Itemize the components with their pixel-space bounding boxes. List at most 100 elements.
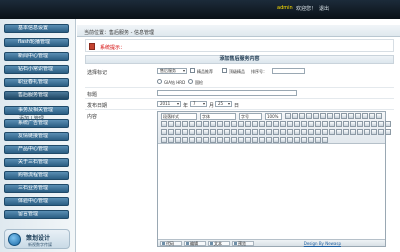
rich-text-editor[interactable]: 段落样式 字体 字号 100% 代码 编辑 文本 预览 Design By Ne… bbox=[157, 111, 391, 247]
toolbar-button-icon[interactable] bbox=[280, 137, 286, 143]
toolbar-button-icon[interactable] bbox=[238, 129, 244, 135]
toolbar-button-icon[interactable] bbox=[245, 129, 251, 135]
toolbar-button-icon[interactable] bbox=[280, 121, 286, 127]
toolbar-button-icon[interactable] bbox=[273, 137, 279, 143]
toolbar-button-icon[interactable] bbox=[371, 129, 377, 135]
nav-about[interactable]: 关于三石管理 bbox=[4, 158, 69, 167]
toolbar-button-icon[interactable] bbox=[308, 121, 314, 127]
title-input[interactable] bbox=[157, 90, 297, 96]
toolbar-button-icon[interactable] bbox=[175, 129, 181, 135]
toolbar-button-icon[interactable] bbox=[357, 129, 363, 135]
toolbar-button-icon[interactable] bbox=[378, 121, 384, 127]
nav-career[interactable]: 职业春礼管理 bbox=[4, 78, 69, 87]
toolbar-button-icon[interactable] bbox=[224, 129, 230, 135]
toolbar-button-icon[interactable] bbox=[210, 137, 216, 143]
nav-news[interactable]: 新闻中心管理 bbox=[4, 52, 69, 61]
toolbar-button-icon[interactable] bbox=[175, 121, 181, 127]
toolbar-button-icon[interactable] bbox=[322, 121, 328, 127]
toolbar-button-icon[interactable] bbox=[322, 137, 328, 143]
nav-links[interactable]: 友情链接管理 bbox=[4, 132, 69, 141]
toolbar-button-icon[interactable] bbox=[308, 129, 314, 135]
font-size-select[interactable]: 字号 bbox=[239, 113, 262, 120]
nav-business[interactable]: 三石业务管理 bbox=[4, 184, 69, 193]
toolbar-button-icon[interactable] bbox=[266, 137, 272, 143]
toolbar-button-icon[interactable] bbox=[341, 113, 347, 119]
toolbar-button-icon[interactable] bbox=[259, 137, 265, 143]
toolbar-button-icon[interactable] bbox=[301, 121, 307, 127]
recommend-checkbox[interactable] bbox=[190, 68, 195, 73]
toolbar-button-icon[interactable] bbox=[168, 137, 174, 143]
toolbar-button-icon[interactable] bbox=[161, 129, 167, 135]
toolbar-button-icon[interactable] bbox=[210, 121, 216, 127]
nav-shopping-flow[interactable]: 购物流程管理 bbox=[4, 171, 69, 180]
toolbar-button-icon[interactable] bbox=[189, 121, 195, 127]
toolbar-button-icon[interactable] bbox=[266, 121, 272, 127]
nav-diamond-tips[interactable]: 钻石小常识管理 bbox=[4, 65, 69, 74]
toolbar-button-icon[interactable] bbox=[287, 129, 293, 135]
month-select[interactable]: 7 ▾ bbox=[190, 101, 207, 107]
toolbar-button-icon[interactable] bbox=[196, 129, 202, 135]
day-select[interactable]: 25 ▾ bbox=[215, 101, 232, 107]
toolbar-button-icon[interactable] bbox=[238, 121, 244, 127]
toolbar-button-icon[interactable] bbox=[231, 121, 237, 127]
sort-input[interactable] bbox=[272, 68, 305, 74]
toolbar-button-icon[interactable] bbox=[343, 121, 349, 127]
toolbar-button-icon[interactable] bbox=[266, 129, 272, 135]
nav-after-sales[interactable]: 售后服务管理 bbox=[4, 91, 69, 100]
toolbar-button-icon[interactable] bbox=[287, 137, 293, 143]
toolbar-button-icon[interactable] bbox=[259, 129, 265, 135]
toolbar-button-icon[interactable] bbox=[343, 129, 349, 135]
toolbar-button-icon[interactable] bbox=[294, 129, 300, 135]
paragraph-style-select[interactable]: 段落样式 bbox=[161, 113, 197, 120]
toolbar-button-icon[interactable] bbox=[315, 137, 321, 143]
toolbar-button-icon[interactable] bbox=[320, 113, 326, 119]
toolbar-button-icon[interactable] bbox=[217, 129, 223, 135]
logout-link[interactable]: 退出 bbox=[319, 5, 329, 12]
nav-affairs[interactable]: 事务及相关管理 bbox=[4, 106, 69, 115]
toolbar-button-icon[interactable] bbox=[217, 121, 223, 127]
toolbar-button-icon[interactable] bbox=[357, 121, 363, 127]
toolbar-button-icon[interactable] bbox=[294, 137, 300, 143]
toolbar-button-icon[interactable] bbox=[371, 121, 377, 127]
toolbar-button-icon[interactable] bbox=[350, 121, 356, 127]
toolbar-button-icon[interactable] bbox=[273, 129, 279, 135]
toolbar-button-icon[interactable] bbox=[252, 137, 258, 143]
toolbar-button-icon[interactable] bbox=[378, 129, 384, 135]
toolbar-button-icon[interactable] bbox=[385, 129, 391, 135]
toolbar-button-icon[interactable] bbox=[299, 113, 305, 119]
nav-messages[interactable]: 留言管理 bbox=[4, 210, 69, 219]
toolbar-button-icon[interactable] bbox=[306, 113, 312, 119]
nav-basic-info[interactable]: 基本信息设置 bbox=[4, 24, 69, 33]
toolbar-button-icon[interactable] bbox=[168, 129, 174, 135]
toolbar-button-icon[interactable] bbox=[189, 129, 195, 135]
toolbar-button-icon[interactable] bbox=[231, 137, 237, 143]
toolbar-button-icon[interactable] bbox=[329, 129, 335, 135]
toolbar-button-icon[interactable] bbox=[336, 121, 342, 127]
toolbar-button-icon[interactable] bbox=[203, 129, 209, 135]
toolbar-button-icon[interactable] bbox=[189, 137, 195, 143]
igi-radio[interactable] bbox=[188, 79, 193, 84]
toolbar-button-icon[interactable] bbox=[313, 113, 319, 119]
toolbar-button-icon[interactable] bbox=[301, 129, 307, 135]
mode-text-tab[interactable]: 文本 bbox=[208, 241, 230, 246]
toolbar-button-icon[interactable] bbox=[355, 113, 361, 119]
toolbar-button-icon[interactable] bbox=[376, 113, 382, 119]
toolbar-button-icon[interactable] bbox=[245, 137, 251, 143]
toolbar-button-icon[interactable] bbox=[182, 129, 188, 135]
toolbar-button-icon[interactable] bbox=[364, 121, 370, 127]
nav-products[interactable]: 产品中心管理 bbox=[4, 145, 69, 154]
toolbar-button-icon[interactable] bbox=[196, 121, 202, 127]
nav-experience[interactable]: 体验中心管理 bbox=[4, 197, 69, 206]
editor-credit-link[interactable]: Design By Newasp bbox=[304, 241, 341, 246]
top-quality-checkbox[interactable] bbox=[222, 68, 227, 73]
toolbar-button-icon[interactable] bbox=[285, 113, 291, 119]
toolbar-button-icon[interactable] bbox=[175, 137, 181, 143]
toolbar-button-icon[interactable] bbox=[348, 113, 354, 119]
toolbar-button-icon[interactable] bbox=[362, 113, 368, 119]
toolbar-button-icon[interactable] bbox=[161, 137, 167, 143]
toolbar-button-icon[interactable] bbox=[280, 129, 286, 135]
toolbar-button-icon[interactable] bbox=[259, 121, 265, 127]
toolbar-button-icon[interactable] bbox=[203, 137, 209, 143]
toolbar-button-icon[interactable] bbox=[224, 121, 230, 127]
toolbar-button-icon[interactable] bbox=[210, 129, 216, 135]
